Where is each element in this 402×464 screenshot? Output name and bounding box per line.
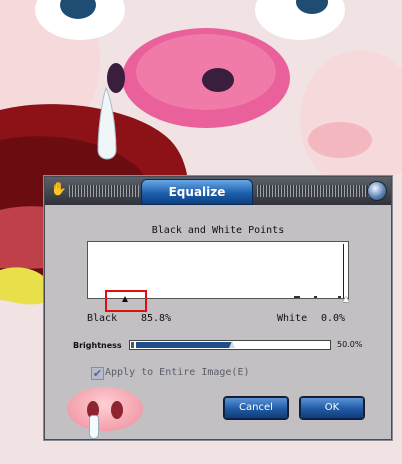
histogram-tick xyxy=(338,296,341,298)
section-title: Black and White Points xyxy=(151,225,285,236)
checkmark-icon: ✔ xyxy=(92,367,103,380)
orb-icon[interactable] xyxy=(367,181,387,201)
equalize-dialog: ✋ Equalize Black and White Points Black … xyxy=(44,176,392,440)
slider-thumb[interactable] xyxy=(229,341,235,348)
hand-icon[interactable]: ✋ xyxy=(50,181,68,199)
white-point-handle[interactable] xyxy=(343,296,349,302)
drip-decoration xyxy=(89,415,99,439)
brightness-value: 50.0% xyxy=(337,340,363,349)
ok-button[interactable]: OK xyxy=(300,397,364,419)
black-point-handle[interactable] xyxy=(122,296,128,302)
white-value: 0.0% xyxy=(321,313,346,324)
cancel-button[interactable]: Cancel xyxy=(224,397,288,419)
black-value: 85.8% xyxy=(141,313,172,324)
title-bar[interactable]: ✋ Equalize xyxy=(45,177,391,205)
histogram-tick xyxy=(314,296,317,298)
apply-label: Apply to Entire Image(E) xyxy=(105,367,250,378)
grip-right xyxy=(257,185,373,197)
dialog-title: Equalize xyxy=(141,179,253,205)
slider-cap xyxy=(131,342,134,348)
histogram-tick xyxy=(294,296,300,298)
brightness-slider[interactable] xyxy=(129,340,331,350)
slider-fill xyxy=(136,342,232,348)
pig-snout-logo xyxy=(67,387,143,439)
grip-left xyxy=(69,185,139,197)
apply-checkbox[interactable]: ✔ xyxy=(91,367,104,380)
white-label: White xyxy=(277,313,308,324)
nostril-right xyxy=(111,401,123,419)
histogram-spike xyxy=(343,244,344,298)
brightness-label: Brightness xyxy=(73,341,122,350)
black-label: Black xyxy=(87,313,118,324)
